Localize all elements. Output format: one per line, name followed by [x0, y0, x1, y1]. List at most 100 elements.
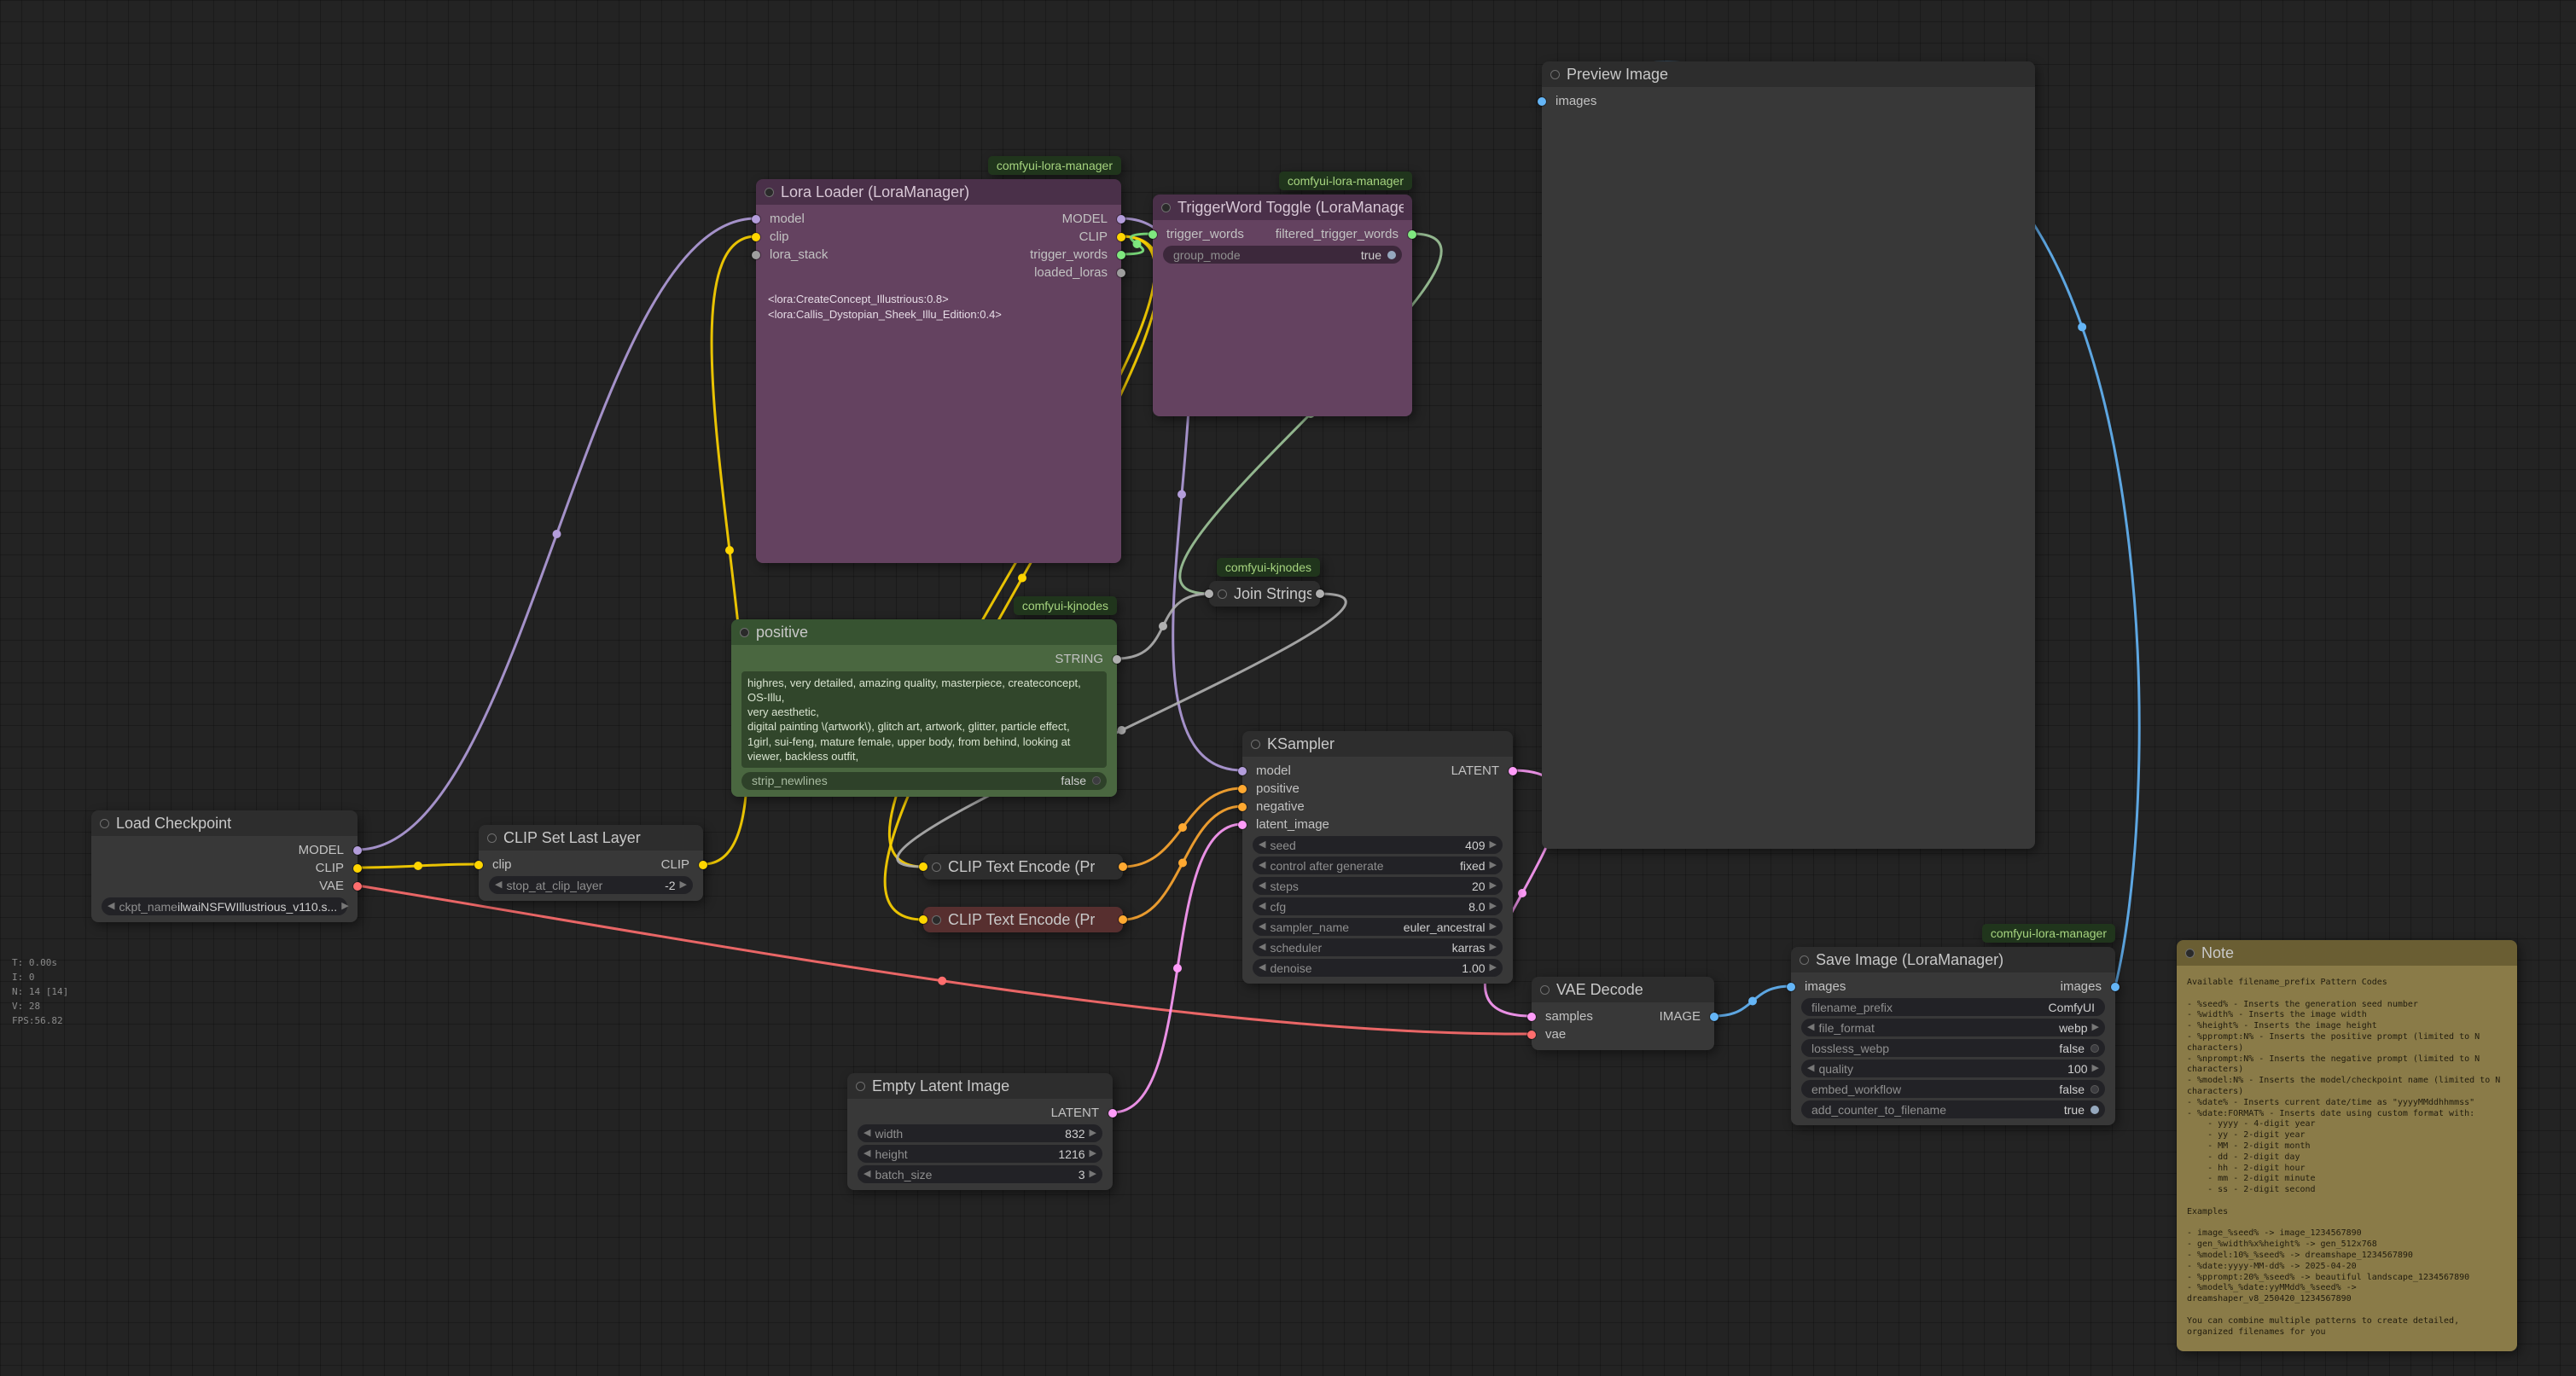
output-port-string[interactable]	[1316, 589, 1324, 598]
toggle-knob-icon[interactable]	[1092, 776, 1101, 785]
input-port-model[interactable]	[1238, 767, 1247, 775]
toggle-knob-icon[interactable]	[1387, 251, 1396, 259]
output-port-clip[interactable]	[353, 864, 362, 873]
output-port-clip[interactable]	[699, 861, 707, 869]
widget-scheduler[interactable]: ◀ scheduler karras ▶	[1253, 938, 1503, 956]
combo-prev-icon[interactable]: ◀	[864, 1149, 870, 1158]
combo-next-icon[interactable]: ▶	[1490, 902, 1497, 911]
node-triggerword-toggle[interactable]: comfyui-lora-manager TriggerWord Toggle …	[1153, 194, 1412, 416]
toggle-knob-icon[interactable]	[2090, 1106, 2099, 1114]
node-titlebar[interactable]: Empty Latent Image	[847, 1073, 1113, 1099]
combo-next-icon[interactable]: ▶	[1090, 1149, 1096, 1158]
combo-prev-icon[interactable]: ◀	[1259, 943, 1265, 952]
combo-next-icon[interactable]: ▶	[1490, 922, 1497, 932]
input-port-strings[interactable]	[1205, 589, 1213, 598]
input-port-latent-image[interactable]	[1238, 821, 1247, 829]
widget-add-counter-to-filename[interactable]: add_counter_to_filename true	[1801, 1100, 2105, 1118]
node-titlebar[interactable]: KSampler	[1242, 731, 1513, 757]
combo-prev-icon[interactable]: ◀	[495, 880, 502, 890]
input-port-clip[interactable]	[919, 862, 927, 871]
collapse-dot-icon[interactable]	[1218, 589, 1227, 599]
widget-height[interactable]: ◀ height 1216 ▶	[858, 1145, 1102, 1163]
widget-cfg[interactable]: ◀ cfg 8.0 ▶	[1253, 897, 1503, 915]
collapse-dot-icon[interactable]	[856, 1082, 865, 1091]
input-port-vae[interactable]	[1527, 1031, 1536, 1039]
widget-lossless-webp[interactable]: lossless_webp false	[1801, 1039, 2105, 1057]
output-port-vae[interactable]	[353, 882, 362, 891]
output-port-loaded-loras[interactable]	[1117, 269, 1125, 277]
input-port-images[interactable]	[1538, 97, 1546, 106]
toggle-knob-icon[interactable]	[2090, 1085, 2099, 1094]
node-preview-image[interactable]: Preview Image images	[1542, 61, 2035, 849]
widget-quality[interactable]: ◀ quality 100 ▶	[1801, 1060, 2105, 1077]
output-port-trigger-words[interactable]	[1117, 251, 1125, 259]
output-port-images[interactable]	[2111, 983, 2120, 991]
widget-group-mode[interactable]: group_mode true	[1163, 246, 1402, 264]
output-port-clip[interactable]	[1117, 233, 1125, 241]
widget-stop-at-clip-layer[interactable]: ◀ stop_at_clip_layer -2 ▶	[489, 876, 693, 894]
input-port-model[interactable]	[752, 215, 760, 224]
node-clip-text-encode-positive[interactable]: CLIP Text Encode (Pr	[923, 854, 1123, 880]
collapse-dot-icon[interactable]	[1251, 740, 1260, 749]
node-lora-loader[interactable]: comfyui-lora-manager Lora Loader (LoraMa…	[756, 179, 1121, 563]
combo-next-icon[interactable]: ▶	[1490, 943, 1497, 952]
combo-prev-icon[interactable]: ◀	[1807, 1064, 1814, 1073]
note-textarea[interactable]: Available filename_prefix Pattern Codes …	[2177, 971, 2517, 1344]
widget-width[interactable]: ◀ width 832 ▶	[858, 1124, 1102, 1142]
collapse-dot-icon[interactable]	[2185, 949, 2195, 958]
combo-prev-icon[interactable]: ◀	[1807, 1023, 1814, 1032]
combo-prev-icon[interactable]: ◀	[1259, 902, 1265, 911]
output-port-conditioning[interactable]	[1119, 862, 1127, 871]
node-graph-canvas[interactable]: Load Checkpoint MODEL CLIP VAE ◀ ckpt_na…	[0, 0, 2576, 1376]
prompt-textarea[interactable]: highres, very detailed, amazing quality,…	[741, 671, 1107, 768]
collapse-dot-icon[interactable]	[932, 862, 941, 872]
combo-next-icon[interactable]: ▶	[1490, 881, 1497, 891]
collapse-dot-icon[interactable]	[1540, 985, 1550, 995]
widget-strip-newlines[interactable]: strip_newlines false	[741, 772, 1107, 790]
node-titlebar[interactable]: Lora Loader (LoraManager)	[756, 179, 1121, 205]
widget-ckpt-name[interactable]: ◀ ckpt_name ilwaiNSFWIllustrious_v110.s.…	[102, 897, 347, 915]
node-titlebar[interactable]: Load Checkpoint	[91, 810, 358, 836]
widget-denoise[interactable]: ◀ denoise 1.00 ▶	[1253, 959, 1503, 977]
input-port-images[interactable]	[1787, 983, 1795, 991]
combo-prev-icon[interactable]: ◀	[1259, 840, 1265, 850]
widget-seed[interactable]: ◀ seed 409 ▶	[1253, 836, 1503, 854]
node-save-image[interactable]: comfyui-lora-manager Save Image (LoraMan…	[1791, 947, 2115, 1125]
collapse-dot-icon[interactable]	[1800, 955, 1809, 965]
collapse-dot-icon[interactable]	[100, 819, 109, 828]
combo-prev-icon[interactable]: ◀	[108, 902, 114, 911]
node-join-strings[interactable]: comfyui-kjnodes Join Strings	[1209, 581, 1320, 607]
node-ksampler[interactable]: KSampler model LATENT positive negative …	[1242, 731, 1513, 984]
combo-next-icon[interactable]: ▶	[2092, 1023, 2099, 1032]
collapse-dot-icon[interactable]	[765, 188, 774, 197]
combo-next-icon[interactable]: ▶	[1090, 1170, 1096, 1179]
combo-next-icon[interactable]: ▶	[341, 902, 348, 911]
combo-next-icon[interactable]: ▶	[1090, 1129, 1096, 1138]
node-vae-decode[interactable]: VAE Decode samples IMAGE vae	[1532, 977, 1714, 1050]
input-port-lora-stack[interactable]	[752, 251, 760, 259]
output-port-image[interactable]	[1710, 1013, 1718, 1021]
combo-next-icon[interactable]: ▶	[1490, 840, 1497, 850]
widget-steps[interactable]: ◀ steps 20 ▶	[1253, 877, 1503, 895]
output-port-latent[interactable]	[1108, 1109, 1117, 1118]
combo-prev-icon[interactable]: ◀	[1259, 861, 1265, 870]
node-titlebar[interactable]: Join Strings	[1209, 581, 1320, 607]
input-port-clip[interactable]	[474, 861, 483, 869]
widget-embed-workflow[interactable]: embed_workflow false	[1801, 1080, 2105, 1098]
collapse-dot-icon[interactable]	[1161, 203, 1171, 212]
toggle-knob-icon[interactable]	[2090, 1044, 2099, 1053]
combo-next-icon[interactable]: ▶	[2092, 1064, 2099, 1073]
node-titlebar[interactable]: CLIP Text Encode (Pr	[923, 854, 1123, 880]
output-port-model[interactable]	[1117, 215, 1125, 224]
widget-sampler-name[interactable]: ◀ sampler_name euler_ancestral ▶	[1253, 918, 1503, 936]
node-titlebar[interactable]: Note	[2177, 940, 2517, 966]
node-titlebar[interactable]: Save Image (LoraManager)	[1791, 947, 2115, 972]
output-port-string[interactable]	[1113, 655, 1121, 664]
input-port-trigger-words[interactable]	[1148, 230, 1157, 239]
input-port-clip[interactable]	[752, 233, 760, 241]
input-port-negative[interactable]	[1238, 803, 1247, 811]
widget-filename-prefix[interactable]: filename_prefix ComfyUI	[1801, 998, 2105, 1016]
collapse-dot-icon[interactable]	[740, 628, 749, 637]
node-titlebar[interactable]: TriggerWord Toggle (LoraManager)	[1153, 194, 1412, 220]
node-clip-set-last-layer[interactable]: CLIP Set Last Layer clip CLIP ◀ stop_at_…	[479, 825, 703, 901]
